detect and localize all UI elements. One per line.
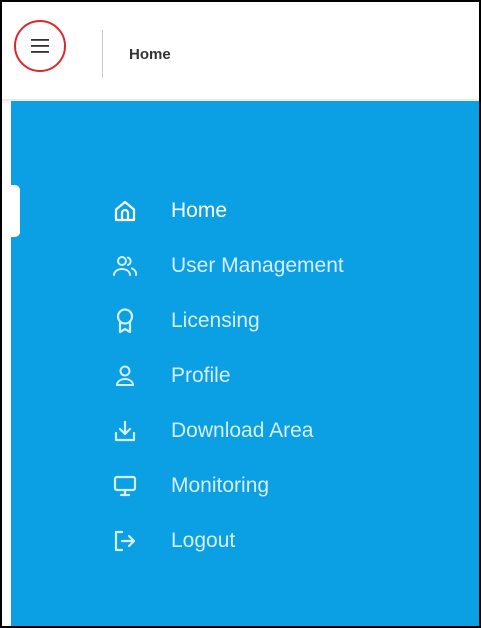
- sidebar-item-label: Home: [171, 199, 228, 222]
- sidebar-item-label: Profile: [171, 364, 231, 387]
- hamburger-icon: [31, 39, 49, 53]
- sidebar-item-profile[interactable]: Profile: [111, 356, 441, 396]
- page-title: Home: [129, 46, 171, 63]
- sidebar-item-label: User Management: [171, 254, 344, 277]
- sidebar-item-download-area[interactable]: Download Area: [111, 411, 441, 451]
- sidebar: Home User Management Licensing Profile D…: [2, 101, 479, 626]
- sidebar-item-monitoring[interactable]: Monitoring: [111, 466, 441, 506]
- sidebar-item-label: Monitoring: [171, 474, 270, 497]
- user-icon: [111, 362, 139, 390]
- sidebar-item-user-management[interactable]: User Management: [111, 246, 441, 286]
- app-window: Home Home User Management Licensing Prof…: [0, 0, 481, 628]
- sidebar-item-licensing[interactable]: Licensing: [111, 301, 441, 341]
- sidebar-item-label: Licensing: [171, 309, 260, 332]
- sidebar-item-label: Logout: [171, 529, 236, 552]
- active-item-indicator: [2, 185, 20, 237]
- sidebar-item-home[interactable]: Home: [111, 191, 441, 231]
- award-icon: [111, 307, 139, 335]
- home-icon: [111, 197, 139, 225]
- logout-icon: [111, 527, 139, 555]
- download-icon: [111, 417, 139, 445]
- sidebar-item-label: Download Area: [171, 419, 314, 442]
- header-divider: [102, 30, 103, 78]
- users-icon: [111, 252, 139, 280]
- sidebar-item-logout[interactable]: Logout: [111, 521, 441, 561]
- monitor-icon: [111, 472, 139, 500]
- menu-toggle-button[interactable]: [14, 20, 66, 72]
- top-bar: Home: [2, 2, 479, 99]
